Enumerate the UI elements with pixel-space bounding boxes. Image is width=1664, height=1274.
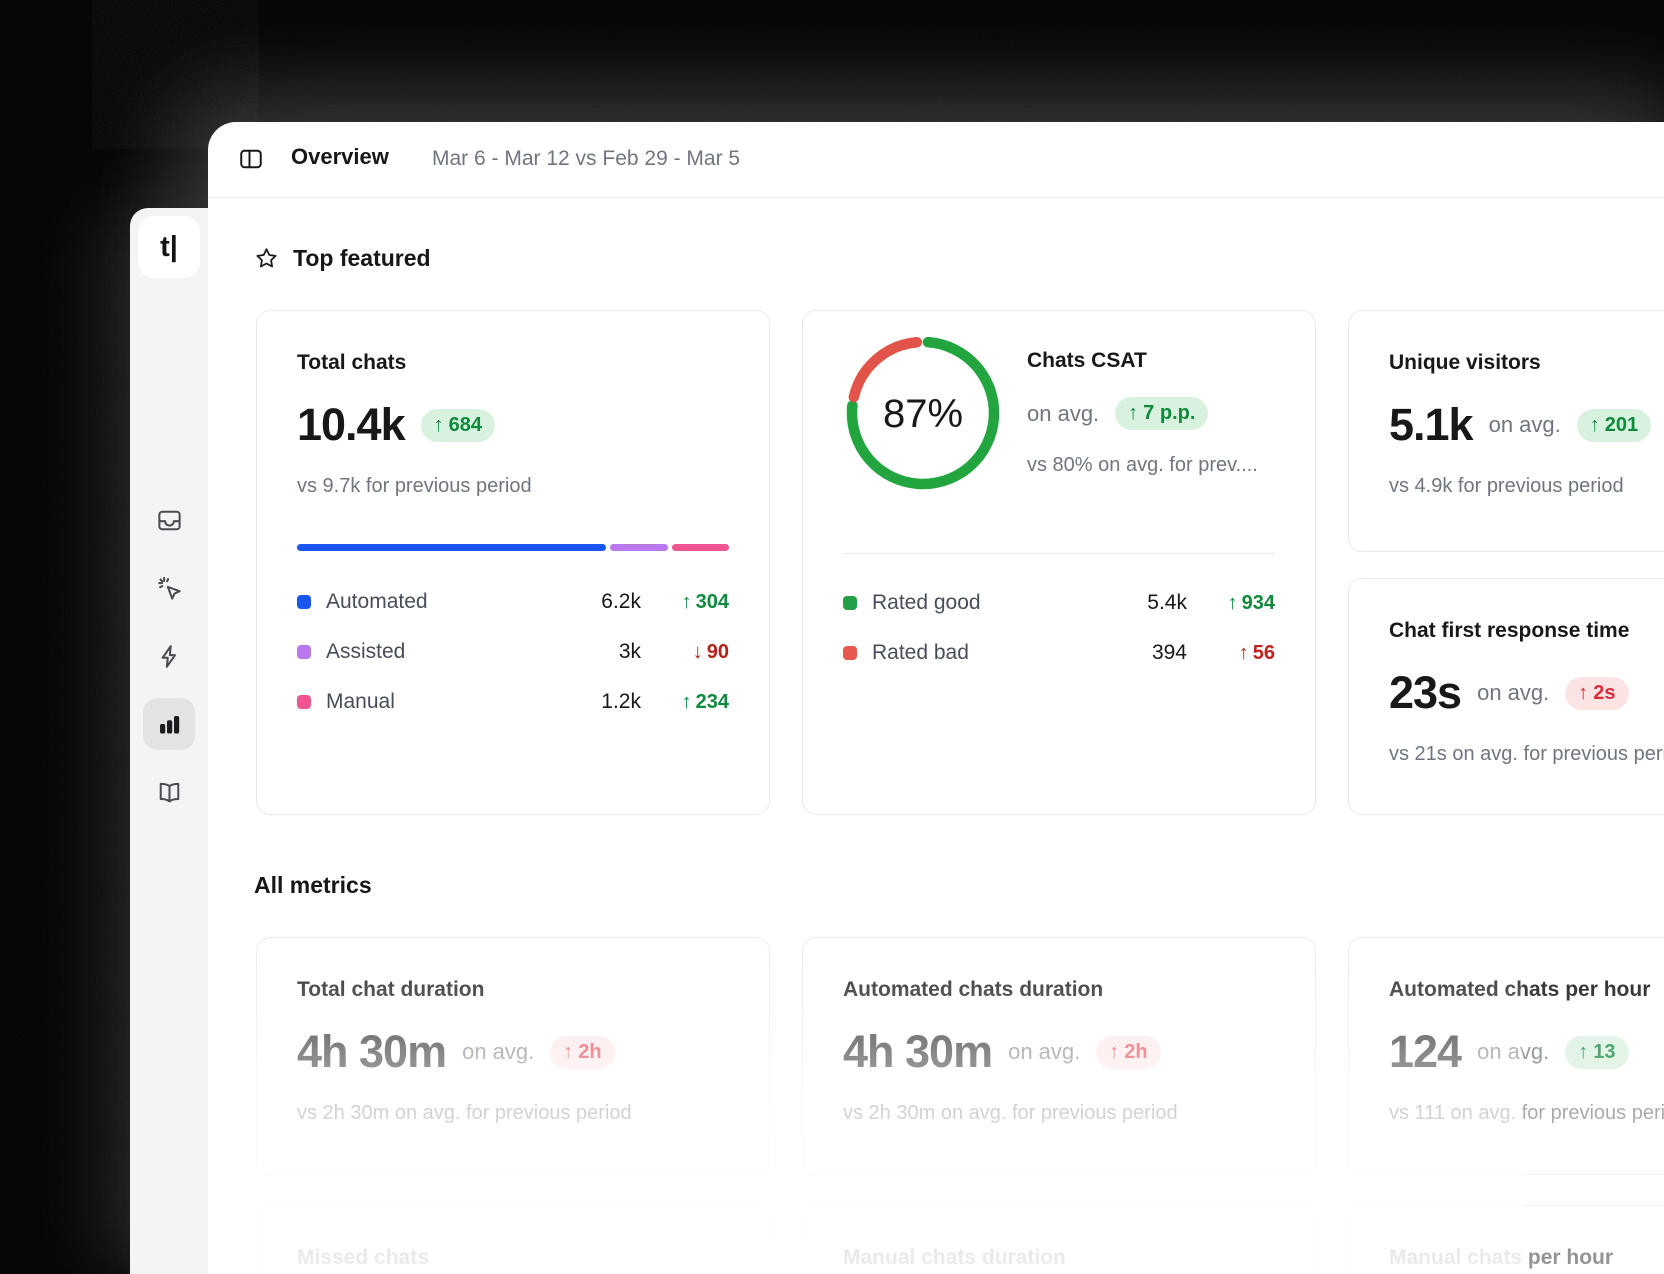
card-chats-csat: 87% Chats CSAT on avg. ↑ 7 p.p. vs 80% o…: [802, 310, 1316, 815]
card-manual-chats-duration: Manual chats duration: [802, 1205, 1316, 1274]
page-title: Overview: [291, 144, 389, 169]
section-top-featured: Top featured: [254, 245, 431, 272]
delta-badge: ↑ 2s: [1565, 676, 1629, 710]
legend-row-automated: Automated 6.2k ↑ 304: [297, 589, 729, 615]
card-title: Manual chats duration: [843, 1246, 1066, 1269]
legend: Rated good 5.4k ↑ 934 Rated bad 394 ↑ 56: [843, 590, 1275, 666]
metric-value: 5.1k: [1389, 399, 1474, 450]
legend-row-rated-bad: Rated bad 394 ↑ 56: [843, 640, 1275, 666]
legend: Automated 6.2k ↑ 304 Assisted 3k ↓ 90 Ma…: [297, 589, 729, 715]
card-title: Total chat duration: [297, 978, 485, 1001]
sidebar-item-actions[interactable]: [143, 630, 195, 682]
comparison-text: vs 4.9k for previous period: [1389, 475, 1624, 497]
spark-cursor-icon: [156, 575, 183, 602]
delta-value: ↑ 934: [1227, 591, 1275, 614]
date-range[interactable]: Mar 6 - Mar 12 vs Feb 29 - Mar 5: [432, 147, 740, 171]
sidebar-item-inbox[interactable]: [143, 494, 195, 546]
legend-row-assisted: Assisted 3k ↓ 90: [297, 639, 729, 665]
inbox-icon: [156, 507, 183, 534]
card-title: Chat first response time: [1389, 619, 1630, 642]
arrow-down-icon: ↓: [692, 640, 703, 663]
card-manual-chats-per-hour: Manual chats per hour: [1348, 1205, 1664, 1274]
sidebar-item-automation[interactable]: [143, 562, 195, 614]
arrow-up-icon: ↑: [1578, 1040, 1589, 1063]
card-title: Unique visitors: [1389, 351, 1541, 374]
arrow-up-icon: ↑: [1578, 681, 1589, 704]
arrow-up-icon: ↑: [433, 413, 444, 436]
delta-badge: ↑ 684: [420, 408, 495, 442]
swatch: [297, 595, 311, 609]
metric-value: 4h 30m: [297, 1026, 447, 1077]
metric-value: 23s: [1389, 667, 1462, 718]
card-unique-visitors: Unique visitors 5.1k on avg. ↑ 201 vs 4.…: [1348, 310, 1664, 552]
comparison-text: vs 2h 30m on avg. for previous period: [297, 1102, 632, 1124]
metric-value: 10.4k: [297, 399, 406, 450]
delta-badge: ↑ 201: [1576, 408, 1652, 442]
card-title: Missed chats: [297, 1246, 429, 1269]
arrow-up-icon: ↑: [681, 690, 692, 713]
card-title: Chats CSAT: [1027, 349, 1147, 372]
metric-value: 4h 30m: [843, 1026, 993, 1077]
app-logo: t|: [138, 216, 200, 278]
legend-row-rated-good: Rated good 5.4k ↑ 934: [843, 590, 1275, 616]
card-divider: [843, 553, 1275, 554]
delta-badge: ↑ 2h: [1096, 1035, 1161, 1069]
comparison-text: vs 2h 30m on avg. for previous period: [843, 1102, 1178, 1124]
arrow-up-icon: ↑: [1109, 1040, 1120, 1063]
stacked-bar: [297, 544, 730, 551]
arrow-up-icon: ↑: [1128, 402, 1139, 424]
swatch: [843, 646, 857, 660]
comparison-text: vs 21s on avg. for previous period: [1389, 743, 1664, 765]
bar-segment-manual: [671, 544, 730, 551]
lightning-icon: [156, 643, 183, 670]
bar-chart-icon: [156, 711, 183, 738]
comparison-text: vs 80% on avg. for prev....: [1027, 454, 1258, 476]
arrow-up-icon: ↑: [563, 1040, 574, 1063]
bar-segment-assisted: [610, 544, 668, 551]
delta-badge: ↑ 7 p.p.: [1115, 397, 1209, 430]
delta-value: ↑ 234: [681, 690, 729, 713]
arrow-up-icon: ↑: [1238, 641, 1249, 664]
book-icon: [156, 779, 183, 806]
panel-toggle-icon[interactable]: [238, 146, 264, 172]
sidebar: t|: [130, 208, 208, 1274]
swatch: [297, 695, 311, 709]
card-automated-chats-per-hour: Automated chats per hour 124 on avg. ↑ 1…: [1348, 937, 1664, 1175]
arrow-up-icon: ↑: [1227, 591, 1238, 614]
card-missed-chats: Missed chats: [256, 1205, 770, 1274]
star-icon: [254, 246, 279, 271]
arrow-up-icon: ↑: [1589, 413, 1600, 436]
csat-gauge: 87%: [843, 333, 1003, 493]
delta-value: ↑ 304: [681, 590, 729, 613]
card-title: Automated chats duration: [843, 978, 1104, 1001]
card-title: Manual chats per hour: [1389, 1246, 1614, 1269]
comparison-text: vs 111 on avg. for previous period: [1389, 1102, 1664, 1124]
card-total-chats: Total chats 10.4k ↑ 684 vs 9.7k for prev…: [256, 310, 770, 815]
delta-value: ↑ 56: [1238, 641, 1275, 664]
legend-row-manual: Manual 1.2k ↑ 234: [297, 689, 729, 715]
comparison-text: vs 9.7k for previous period: [297, 475, 532, 497]
metric-value: 124: [1389, 1026, 1462, 1077]
card-automated-chats-duration: Automated chats duration 4h 30m on avg. …: [802, 937, 1316, 1175]
delta-value: ↓ 90: [692, 640, 729, 663]
gauge-value: 87%: [883, 392, 963, 436]
delta-badge: ↑ 13: [1565, 1035, 1629, 1069]
swatch: [843, 596, 857, 610]
header-divider: [208, 197, 1664, 198]
arrow-up-icon: ↑: [681, 590, 692, 613]
sidebar-item-knowledge[interactable]: [143, 766, 195, 818]
sidebar-item-reports[interactable]: [143, 698, 195, 750]
delta-badge: ↑ 2h: [550, 1035, 615, 1069]
card-total-chat-duration: Total chat duration 4h 30m on avg. ↑ 2h …: [256, 937, 770, 1175]
section-all-metrics: All metrics: [254, 872, 372, 898]
screenshot-stage: t| Overview Mar 6 - Mar 12 vs Feb 29 - M…: [0, 0, 1664, 1274]
card-title: Automated chats per hour: [1389, 978, 1651, 1001]
swatch: [297, 645, 311, 659]
bar-segment-automated: [297, 544, 607, 551]
card-chat-first-response-time: Chat first response time 23s on avg. ↑ 2…: [1348, 578, 1664, 815]
card-title: Total chats: [297, 351, 407, 374]
